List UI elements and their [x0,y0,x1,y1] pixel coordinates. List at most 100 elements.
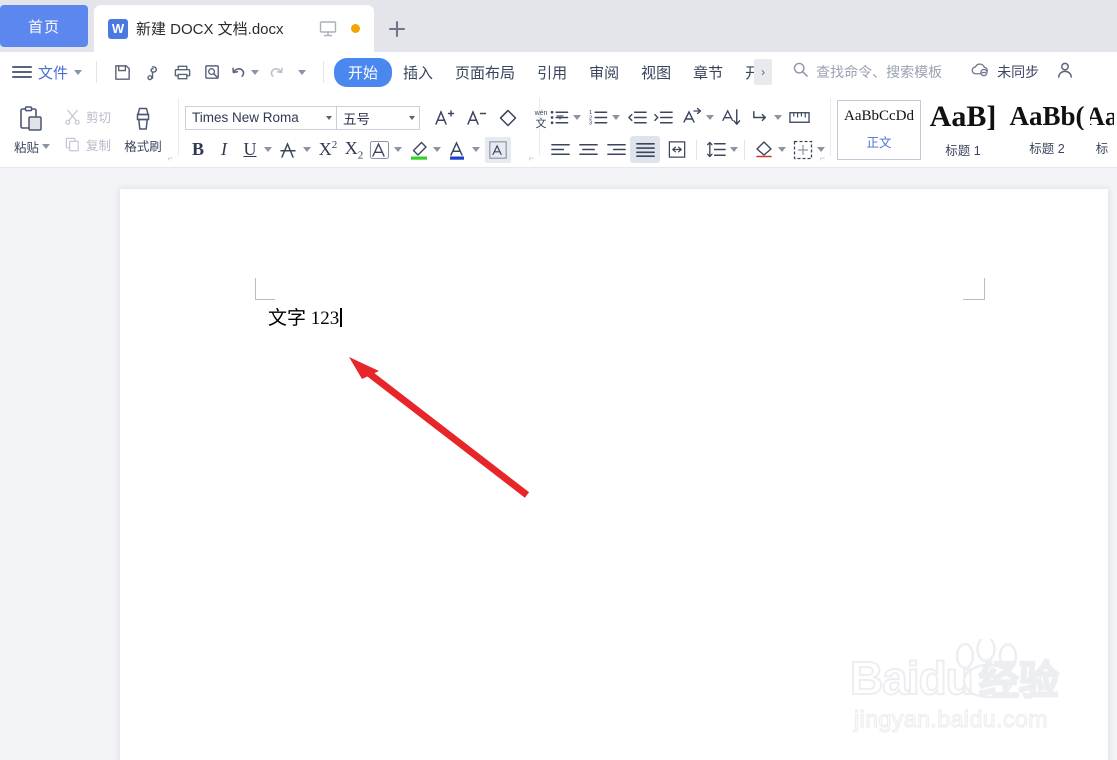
borders-dropdown-icon[interactable] [817,147,825,152]
align-center-icon[interactable] [574,137,602,163]
home-tab[interactable]: 首页 [0,5,88,47]
align-right-icon[interactable] [602,137,630,163]
redo-icon[interactable] [261,58,291,86]
show-marks-dropdown-icon[interactable] [774,115,782,120]
strikethrough-dropdown-icon[interactable] [303,147,311,152]
borders-icon[interactable] [790,137,816,163]
superscript-icon[interactable]: X2 [315,137,341,163]
increase-indent-icon[interactable] [650,105,676,131]
ribbon-tab-page-layout[interactable]: 页面布局 [444,58,526,87]
ribbon-tab-view[interactable]: 视图 [630,58,682,87]
document-tab[interactable]: W 新建 DOCX 文档.docx [94,5,374,52]
cut-button[interactable]: 剪切 [60,102,115,130]
align-left-icon[interactable] [546,137,574,163]
file-menu-button[interactable]: 文件 [0,62,83,83]
home-tab-label: 首页 [27,18,60,36]
numbered-list-dropdown-icon[interactable] [612,115,620,120]
grow-font-icon[interactable] [428,105,460,131]
bold-icon[interactable]: B [185,137,211,163]
document-tab-label: 新建 DOCX 文档.docx [136,21,284,38]
style-item-heading-1[interactable]: AaB] 标题 1 [921,100,1005,160]
search-input[interactable]: 查找命令、搜索模板 [792,61,942,83]
clear-format-icon[interactable] [492,105,524,131]
document-body-text[interactable]: 文字 123 [268,308,342,331]
shading-dropdown-icon[interactable] [778,147,786,152]
font-color-dropdown-icon[interactable] [472,147,480,152]
font-size-input[interactable]: 五号 [336,105,420,130]
chevron-down-icon [74,69,83,75]
font-size-chevron-icon[interactable] [409,115,415,120]
document-page[interactable]: 文字 123 Baidu 经验 jingyan.baidu.com [120,189,1108,760]
style-item-heading-3[interactable]: Aa 标 [1089,100,1115,160]
menu-bar: 文件 开始 插入 页面布局 引用 审阅 视图 章节 开 › 查找命令、搜索模板 … [0,52,1117,92]
app-menu-icon [12,63,32,81]
ruler-icon[interactable] [786,105,812,131]
copy-button[interactable]: 复制 [60,130,115,158]
print-icon[interactable] [167,58,197,86]
document-canvas[interactable]: 文字 123 Baidu 经验 jingyan.baidu.com [0,168,1117,760]
text-effects-dropdown-icon[interactable] [394,147,402,152]
customize-toolbar-icon[interactable] [291,58,313,86]
style-name: 标题 2 [1029,142,1065,156]
underline-dropdown-icon[interactable] [264,147,272,152]
highlight-dropdown-icon[interactable] [433,147,441,152]
new-tab-button[interactable] [374,5,420,52]
style-preview: AaBbCcDd [844,109,914,124]
distribute-icon[interactable] [664,137,690,163]
show-marks-icon[interactable] [747,105,773,131]
save-icon[interactable] [107,58,137,86]
ribbon-tab-section[interactable]: 章节 [682,58,734,87]
styles-gallery: AaBbCcDd 正文 AaB] 标题 1 AaBb( 标题 2 Aa 标 [831,92,1115,168]
search-placeholder: 查找命令、搜索模板 [816,64,943,80]
highlight-color-icon[interactable] [406,137,432,163]
font-name-input[interactable]: Times New Roma [185,105,337,130]
shading-icon[interactable] [751,137,777,163]
presentation-monitor-icon[interactable] [318,20,338,38]
strikethrough-icon[interactable] [276,137,302,163]
ribbon-tab-developer[interactable]: 开 [734,58,754,87]
undo-icon[interactable] [227,58,249,86]
subscript-icon[interactable]: X2 [341,137,367,163]
font-name-value: Times New Roma [192,110,299,125]
text-direction-icon[interactable] [679,105,705,131]
paragraph-dialog-launcher[interactable]: ⌐ [820,153,825,163]
text-direction-dropdown-icon[interactable] [706,115,714,120]
clipboard-dialog-launcher[interactable]: ⌐ [168,153,173,163]
ribbon-tab-insert[interactable]: 插入 [392,58,444,87]
cloud-sync-icon [970,61,991,83]
sync-status-button[interactable]: 未同步 [970,61,1039,83]
font-name-chevron-icon[interactable] [326,115,332,120]
ribbon-tab-start[interactable]: 开始 [334,57,393,87]
user-account-icon[interactable] [1055,60,1075,85]
ribbon-tab-review[interactable]: 审阅 [578,58,630,87]
underline-icon[interactable]: U [237,137,263,163]
align-justify-icon[interactable] [630,136,660,163]
style-item-heading-2[interactable]: AaBb( 标题 2 [1005,100,1089,160]
text-effects-icon[interactable] [367,137,393,163]
paste-dropdown-icon[interactable] [42,143,50,149]
undo-dropdown-icon[interactable] [249,58,261,86]
ribbon-tabs-overflow-button[interactable]: › [754,59,773,85]
sort-icon[interactable] [718,105,744,131]
decrease-indent-icon[interactable] [624,105,650,131]
numbered-list-icon[interactable]: 1 2 3 [585,105,611,131]
ribbon-tab-references[interactable]: 引用 [526,58,578,87]
paragraph-group: 1 2 3 ⌐ [540,92,830,168]
output-pdf-icon[interactable] [137,58,167,86]
font-color-icon[interactable] [445,137,471,163]
paste-button[interactable]: 粘贴 [8,105,56,156]
bullet-list-dropdown-icon[interactable] [573,115,581,120]
svg-text:3: 3 [588,121,591,127]
font-dialog-launcher[interactable]: ⌐ [529,153,534,163]
style-item-body[interactable]: AaBbCcDd 正文 [837,100,921,160]
line-spacing-dropdown-icon[interactable] [730,147,738,152]
bullet-list-icon[interactable] [546,105,572,131]
line-spacing-icon[interactable] [703,137,729,163]
watermark-brand: Baidu [849,652,975,704]
character-border-icon[interactable] [485,136,511,163]
shrink-font-icon[interactable] [460,105,492,131]
print-preview-icon[interactable] [197,58,227,86]
italic-icon[interactable]: I [211,137,237,163]
format-painter-label: 格式刷 [124,140,162,154]
format-painter-button[interactable]: 格式刷 [117,105,169,155]
